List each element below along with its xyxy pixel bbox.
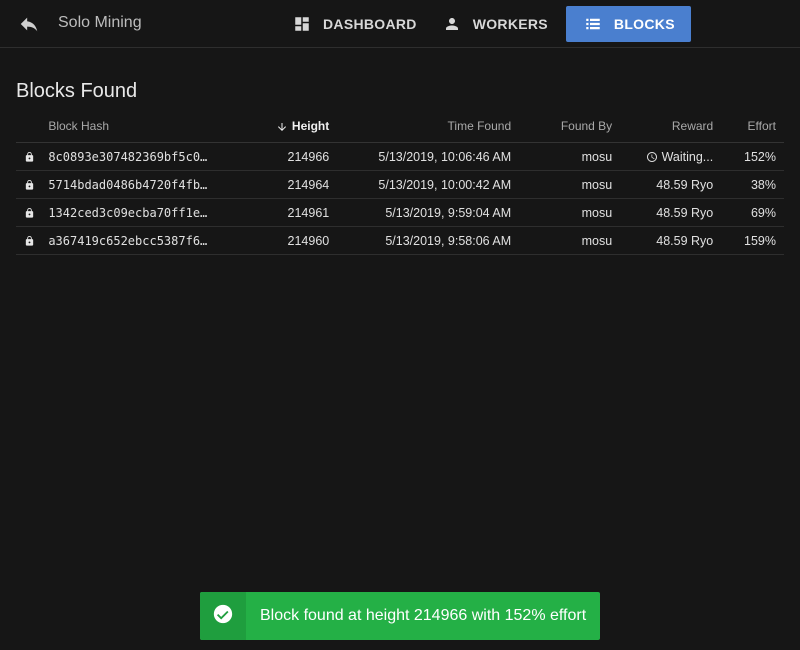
block-hash[interactable]: 5714bdad0486b4720f4fb… xyxy=(48,170,241,199)
reward-cell: 48.59 Ryo xyxy=(612,170,714,199)
table-row[interactable]: 5714bdad0486b4720f4fb… 214964 5/13/2019, 1… xyxy=(16,170,784,199)
effort-value: 38% xyxy=(713,170,784,199)
time-found: 5/13/2019, 9:59:04 AM xyxy=(329,198,512,227)
header-found-by[interactable]: Found By xyxy=(511,110,613,143)
table-row[interactable]: a367419c652ebcc5387f6… 214960 5/13/2019, 9… xyxy=(16,226,784,255)
back-arrow-icon[interactable] xyxy=(18,13,40,35)
found-by: mosu xyxy=(511,198,613,227)
block-height: 214960 xyxy=(240,226,330,255)
lock-icon xyxy=(24,179,35,191)
page-title: Blocks Found xyxy=(16,80,138,103)
lock-icon xyxy=(24,235,35,247)
lock-cell xyxy=(16,142,49,171)
block-hash[interactable]: a367419c652ebcc5387f6… xyxy=(48,226,241,255)
effort-value: 152% xyxy=(713,142,784,171)
reward-cell: 48.59 Ryo xyxy=(612,198,714,227)
lock-cell xyxy=(16,226,49,255)
time-found: 5/13/2019, 10:06:46 AM xyxy=(329,142,512,171)
tab-workers-label: WORKERS xyxy=(472,16,548,32)
block-hash[interactable]: 8c0893e307482369bf5c0… xyxy=(48,142,241,171)
dashboard-icon xyxy=(293,15,311,33)
person-icon xyxy=(443,15,461,33)
list-icon xyxy=(584,15,602,33)
main-nav: DASHBOARD WORKERS BLOCKS xyxy=(280,6,691,42)
tab-workers[interactable]: WORKERS xyxy=(430,6,561,42)
clock-icon xyxy=(646,151,658,163)
found-by: mosu xyxy=(511,170,613,199)
top-app-bar: Solo Mining DASHBOARD WORKERS BLOCKS xyxy=(0,0,800,48)
reward-cell: Waiting... xyxy=(612,142,714,171)
found-by: mosu xyxy=(511,226,613,255)
tab-dashboard[interactable]: DASHBOARD xyxy=(280,6,430,42)
block-height: 214966 xyxy=(240,142,330,171)
header-effort[interactable]: Effort xyxy=(713,110,784,143)
header-block-hash[interactable]: Block Hash xyxy=(48,110,241,143)
time-found: 5/13/2019, 10:00:42 AM xyxy=(329,170,512,199)
table-row[interactable]: 8c0893e307482369bf5c0… 214966 5/13/2019, 1… xyxy=(16,142,784,171)
found-by: mosu xyxy=(511,142,613,171)
header-height-label: Height xyxy=(291,119,330,133)
reward-cell: 48.59 Ryo xyxy=(612,226,714,255)
header-reward[interactable]: Reward xyxy=(612,110,714,143)
time-found: 5/13/2019, 9:58:06 AM xyxy=(329,226,512,255)
tab-blocks[interactable]: BLOCKS xyxy=(565,6,691,42)
tab-dashboard-label: DASHBOARD xyxy=(323,16,417,32)
block-height: 214961 xyxy=(240,198,330,227)
lock-cell xyxy=(16,170,49,199)
header-height[interactable]: Height xyxy=(240,110,330,143)
lock-icon xyxy=(24,207,35,219)
blocks-table: Block Hash Height Time Found Found By Re… xyxy=(16,110,784,255)
check-circle-icon xyxy=(212,603,234,630)
reward-value: Waiting... xyxy=(661,149,714,164)
app-title: Solo Mining xyxy=(58,14,142,31)
lock-cell xyxy=(16,198,49,227)
lock-icon xyxy=(24,151,35,163)
success-toast: Block found at height 214966 with 152% e… xyxy=(200,592,600,640)
reward-value: 48.59 Ryo xyxy=(656,233,714,248)
toast-icon-container xyxy=(200,592,246,640)
block-height: 214964 xyxy=(240,170,330,199)
tab-blocks-label: BLOCKS xyxy=(613,16,675,32)
reward-value: 48.59 Ryo xyxy=(656,205,714,220)
header-time-found[interactable]: Time Found xyxy=(329,110,512,143)
toast-message: Block found at height 214966 with 152% e… xyxy=(260,607,587,624)
table-row[interactable]: 1342ced3c09ecba70ff1e… 214961 5/13/2019, 9… xyxy=(16,198,784,227)
arrow-down-icon xyxy=(276,121,288,133)
effort-value: 159% xyxy=(713,226,784,255)
effort-value: 69% xyxy=(713,198,784,227)
table-header-row: Block Hash Height Time Found Found By Re… xyxy=(16,110,784,143)
reward-value: 48.59 Ryo xyxy=(656,177,714,192)
header-lock-spacer xyxy=(16,110,49,143)
block-hash[interactable]: 1342ced3c09ecba70ff1e… xyxy=(48,198,241,227)
